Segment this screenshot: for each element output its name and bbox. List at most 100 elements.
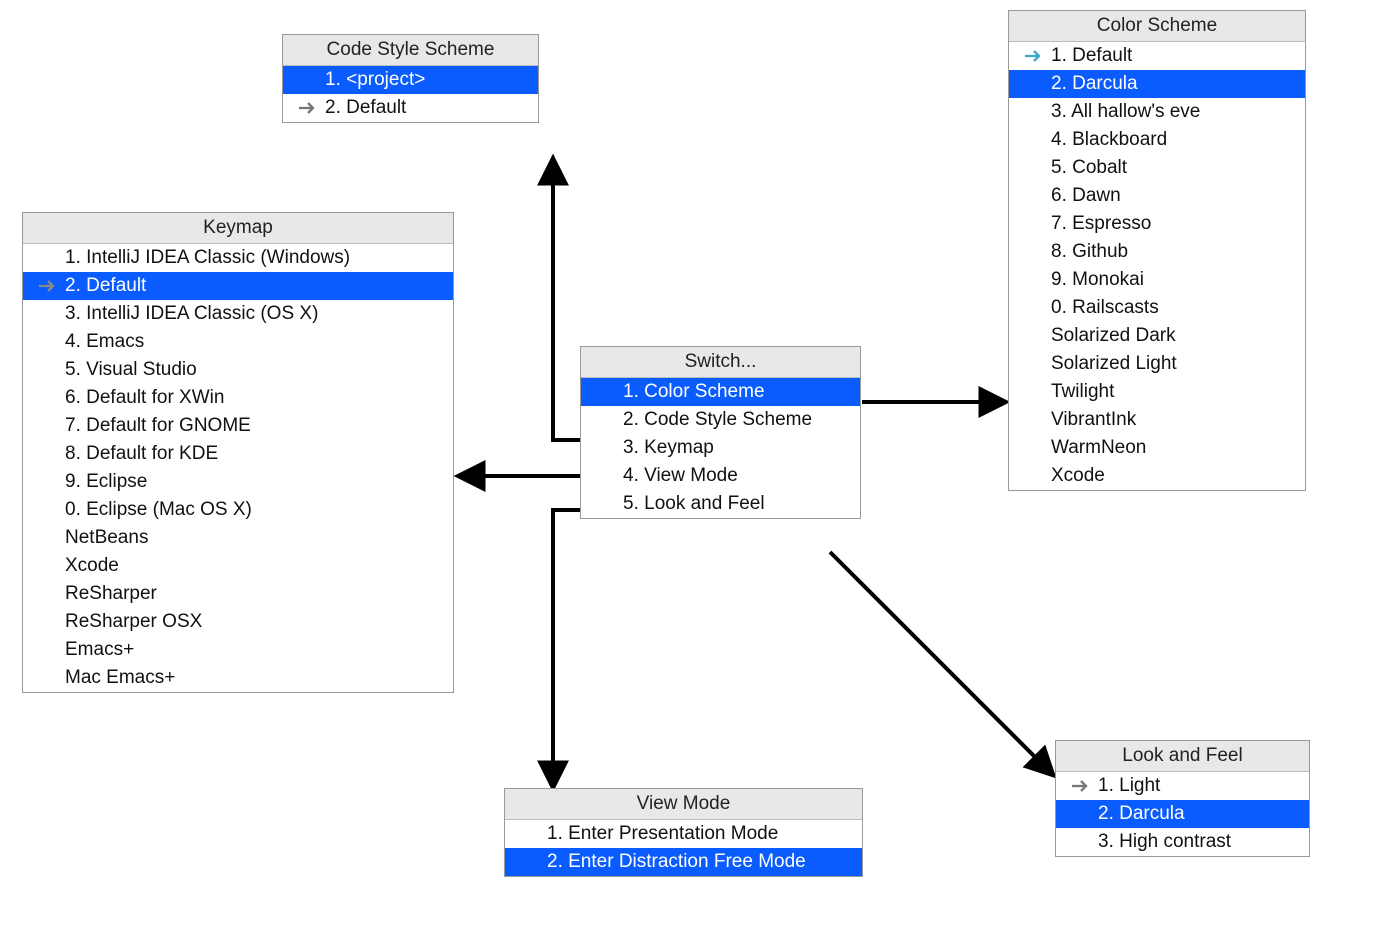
list-item[interactable]: 9. Eclipse <box>23 468 453 496</box>
list-item-label: 7. Default for GNOME <box>65 415 439 437</box>
panel-title: Color Scheme <box>1009 11 1305 42</box>
list-item[interactable]: 8. Default for KDE <box>23 440 453 468</box>
list-item[interactable]: Xcode <box>23 552 453 580</box>
list-item[interactable]: 7. Default for GNOME <box>23 412 453 440</box>
list-item[interactable]: Xcode <box>1009 462 1305 490</box>
panel-look-and-feel: Look and Feel 1. Light 2. Darcula 3. High … <box>1055 740 1310 857</box>
list-item-label: 3. IntelliJ IDEA Classic (OS X) <box>65 303 439 325</box>
list-item-label: 6. Default for XWin <box>65 387 439 409</box>
current-arrow-icon <box>37 279 65 293</box>
list-item-label: NetBeans <box>65 527 439 549</box>
list-item[interactable]: ReSharper <box>23 580 453 608</box>
list-item-label: 0. Railscasts <box>1051 297 1291 319</box>
list-item[interactable]: 1. Enter Presentation Mode <box>505 820 862 848</box>
panel-keymap: Keymap 1. IntelliJ IDEA Classic (Windows… <box>22 212 454 693</box>
list-item-label: 2. Enter Distraction Free Mode <box>547 851 848 873</box>
panel-title: Switch... <box>581 347 860 378</box>
panel-code-style-scheme: Code Style Scheme 1. <project> 2. Default <box>282 34 539 123</box>
list-item[interactable]: 1. <project> <box>283 66 538 94</box>
list-item[interactable]: 6. Default for XWin <box>23 384 453 412</box>
list-item-label: 6. Dawn <box>1051 185 1291 207</box>
list-item-label: 9. Monokai <box>1051 269 1291 291</box>
list-item[interactable]: 4. View Mode <box>581 462 860 490</box>
list-item-label: 8. Default for KDE <box>65 443 439 465</box>
list-item-label: 5. Visual Studio <box>65 359 439 381</box>
panel-title: View Mode <box>505 789 862 820</box>
list-item[interactable]: 1. Color Scheme <box>581 378 860 406</box>
list-item-label: Solarized Light <box>1051 353 1291 375</box>
list-item-label: Xcode <box>65 555 439 577</box>
list-item-label: ReSharper OSX <box>65 611 439 633</box>
list-item[interactable]: Solarized Light <box>1009 350 1305 378</box>
list-item-label: 2. Code Style Scheme <box>623 409 846 431</box>
list-item[interactable]: NetBeans <box>23 524 453 552</box>
list-item[interactable]: 4. Blackboard <box>1009 126 1305 154</box>
list-item[interactable]: 2. Darcula <box>1056 800 1309 828</box>
list-item[interactable]: 3. IntelliJ IDEA Classic (OS X) <box>23 300 453 328</box>
list-item-label: 9. Eclipse <box>65 471 439 493</box>
list-item-label: 0. Eclipse (Mac OS X) <box>65 499 439 521</box>
list-item[interactable]: 2. Enter Distraction Free Mode <box>505 848 862 876</box>
list-item[interactable]: ReSharper OSX <box>23 608 453 636</box>
list-item[interactable]: 2. Default <box>23 272 453 300</box>
list-item-label: 5. Look and Feel <box>623 493 846 515</box>
list-item-label: VibrantInk <box>1051 409 1291 431</box>
list-item[interactable]: 2. Darcula <box>1009 70 1305 98</box>
list-item[interactable]: 0. Eclipse (Mac OS X) <box>23 496 453 524</box>
list-item-label: Xcode <box>1051 465 1291 487</box>
list-item-label: 3. Keymap <box>623 437 846 459</box>
list-item[interactable]: WarmNeon <box>1009 434 1305 462</box>
list-item-label: 4. Emacs <box>65 331 439 353</box>
current-arrow-icon <box>1023 49 1051 63</box>
list-item[interactable]: 3. High contrast <box>1056 828 1309 856</box>
list-item-label: 4. View Mode <box>623 465 846 487</box>
list-item[interactable]: 5. Look and Feel <box>581 490 860 518</box>
list-item-label: 2. Darcula <box>1098 803 1295 825</box>
list-item-label: 8. Github <box>1051 241 1291 263</box>
list-item[interactable]: 1. Default <box>1009 42 1305 70</box>
list-item[interactable]: 7. Espresso <box>1009 210 1305 238</box>
list-item[interactable]: 1. IntelliJ IDEA Classic (Windows) <box>23 244 453 272</box>
list-item-label: 1. Color Scheme <box>623 381 846 403</box>
panel-color-scheme: Color Scheme 1. Default 2. Darcula 3. All … <box>1008 10 1306 491</box>
list-item[interactable]: 3. All hallow's eve <box>1009 98 1305 126</box>
list-item-label: Emacs+ <box>65 639 439 661</box>
list-item[interactable]: 9. Monokai <box>1009 266 1305 294</box>
list-item[interactable]: 6. Dawn <box>1009 182 1305 210</box>
list-item-label: 4. Blackboard <box>1051 129 1291 151</box>
list-item[interactable]: 5. Visual Studio <box>23 356 453 384</box>
list-item[interactable]: 5. Cobalt <box>1009 154 1305 182</box>
list-item[interactable]: 8. Github <box>1009 238 1305 266</box>
list-item[interactable]: 2. Code Style Scheme <box>581 406 860 434</box>
list-item[interactable]: Twilight <box>1009 378 1305 406</box>
panel-title: Keymap <box>23 213 453 244</box>
list-item-label: 1. Enter Presentation Mode <box>547 823 848 845</box>
list-item[interactable]: 4. Emacs <box>23 328 453 356</box>
list-item-label: 3. All hallow's eve <box>1051 101 1291 123</box>
list-item-label: 1. Light <box>1098 775 1295 797</box>
list-item[interactable]: 3. Keymap <box>581 434 860 462</box>
list-item[interactable]: Solarized Dark <box>1009 322 1305 350</box>
list-item-label: 2. Default <box>65 275 439 297</box>
list-item-label: 1. <project> <box>325 69 524 91</box>
list-item[interactable]: Emacs+ <box>23 636 453 664</box>
list-item-label: WarmNeon <box>1051 437 1291 459</box>
current-arrow-icon <box>1070 779 1098 793</box>
list-item-label: ReSharper <box>65 583 439 605</box>
panel-title: Look and Feel <box>1056 741 1309 772</box>
list-item-label: Twilight <box>1051 381 1291 403</box>
list-item-label: 2. Default <box>325 97 524 119</box>
list-item[interactable]: 2. Default <box>283 94 538 122</box>
panel-view-mode: View Mode 1. Enter Presentation Mode 2. E… <box>504 788 863 877</box>
list-item[interactable]: Mac Emacs+ <box>23 664 453 692</box>
list-item-label: Solarized Dark <box>1051 325 1291 347</box>
panel-switch: Switch... 1. Color Scheme 2. Code Style S… <box>580 346 861 519</box>
list-item-label: 1. Default <box>1051 45 1291 67</box>
current-arrow-icon <box>297 101 325 115</box>
panel-title: Code Style Scheme <box>283 35 538 66</box>
list-item-label: 3. High contrast <box>1098 831 1295 853</box>
list-item[interactable]: 1. Light <box>1056 772 1309 800</box>
list-item[interactable]: 0. Railscasts <box>1009 294 1305 322</box>
list-item-label: 1. IntelliJ IDEA Classic (Windows) <box>65 247 439 269</box>
list-item[interactable]: VibrantInk <box>1009 406 1305 434</box>
